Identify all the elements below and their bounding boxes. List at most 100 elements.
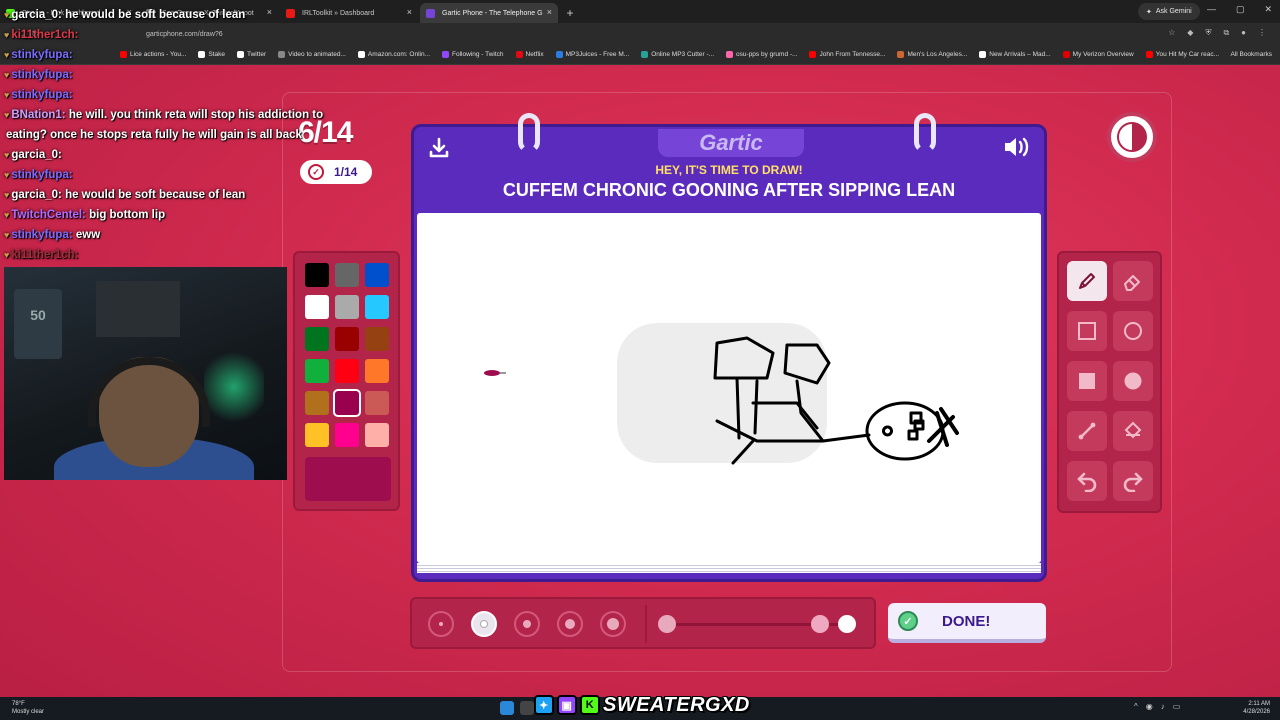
chat-message: ♥ ki11ther1ch: [4, 245, 78, 265]
bookmark-item[interactable]: Following - Twitch [442, 51, 504, 58]
rectangle-fill-tool[interactable] [1067, 361, 1107, 401]
brush-size-button[interactable] [557, 611, 583, 637]
chat-message: ♥ BNation1: he will. you think reta will … [4, 105, 323, 125]
color-swatch[interactable] [365, 295, 389, 319]
bookmark-item[interactable]: Men's Los Angeles... [897, 51, 967, 58]
color-swatch[interactable] [365, 359, 389, 383]
color-swatch[interactable] [335, 327, 359, 351]
menu-icon[interactable]: ⋮ [1258, 28, 1266, 38]
check-icon: ✓ [898, 611, 918, 631]
search-icon[interactable] [520, 701, 534, 715]
weather-condition: Mostly clear [12, 709, 45, 715]
color-swatch[interactable] [305, 423, 329, 447]
ellipse-outline-tool[interactable] [1113, 311, 1153, 351]
puzzle-icon[interactable]: ⧉ [1223, 28, 1229, 38]
browser-tab[interactable]: IRLToolkit » Dashboard × [280, 3, 418, 23]
bookmark-item[interactable]: New Arrivals – Mad... [979, 51, 1051, 58]
weather-temp: 78°F [12, 701, 25, 707]
profile-avatar[interactable]: ● [1241, 28, 1246, 38]
bookmark-item[interactable]: Stake [198, 51, 225, 58]
chat-message: ♥ garcia_0: he would be soft because of l… [4, 5, 245, 25]
tool-panel [1057, 251, 1162, 513]
brush-size-button[interactable] [514, 611, 540, 637]
bookmark-item[interactable]: Amazon.com: Onlin... [357, 51, 430, 58]
clock-time: 2:11 AM [1248, 701, 1270, 707]
bookmark-item[interactable]: Twitter [237, 51, 266, 58]
brush-size-button[interactable] [428, 611, 454, 637]
clock[interactable]: 2:11 AM 4/28/2026 [1243, 700, 1270, 716]
bookmark-item[interactable]: John From Tennesse... [809, 51, 885, 58]
chat-username: garcia_0: [11, 189, 62, 201]
fill-bucket-tool[interactable] [1113, 411, 1153, 451]
network-icon[interactable]: ◉ [1146, 702, 1153, 711]
chat-badge-icon: ♥ [4, 250, 10, 260]
rectangle-outline-tool[interactable] [1067, 311, 1107, 351]
line-tool[interactable] [1067, 411, 1107, 451]
brush-size-button[interactable] [600, 611, 626, 637]
bookmark-item[interactable]: Netflix [515, 51, 544, 58]
close-tab-icon[interactable]: × [267, 7, 272, 17]
bookmark-star-icon[interactable]: ☆ [1168, 28, 1175, 38]
ask-gemini-button[interactable]: ✦ Ask Gemini [1138, 3, 1200, 20]
brand-name: SWEATERGXD [603, 693, 750, 716]
opacity-slider-max-knob [838, 615, 856, 633]
color-swatch[interactable] [335, 263, 359, 287]
color-swatch[interactable] [335, 423, 359, 447]
new-tab-button[interactable]: + [560, 6, 580, 20]
color-swatch[interactable] [365, 263, 389, 287]
close-window-icon[interactable]: ✕ [1264, 4, 1272, 15]
url-field[interactable]: garticphone.com/draw?6 [146, 31, 223, 38]
color-swatch[interactable] [335, 295, 359, 319]
bookmark-item[interactable]: Lice actions - You... [120, 51, 186, 58]
brush-size-button[interactable] [471, 611, 497, 637]
browser-tab[interactable]: Gartic Phone - The Telephone G × [420, 3, 558, 23]
bookmark-item[interactable]: osu-pps by grumd -... [726, 51, 797, 58]
color-swatch[interactable] [305, 263, 329, 287]
color-swatch[interactable] [305, 295, 329, 319]
undo-tool[interactable] [1067, 461, 1107, 501]
extension-icon[interactable]: ◆ [1187, 28, 1193, 38]
start-icon[interactable] [500, 701, 514, 715]
ellipse-fill-tool[interactable] [1113, 361, 1153, 401]
close-tab-icon[interactable]: × [407, 7, 412, 17]
eraser-tool[interactable] [1113, 261, 1153, 301]
done-button[interactable]: ✓ DONE! [888, 603, 1046, 643]
opacity-slider-knob[interactable] [811, 615, 829, 633]
close-tab-icon[interactable]: × [547, 7, 552, 17]
volume-icon[interactable]: ♪ [1161, 702, 1165, 711]
sound-icon[interactable] [1002, 135, 1032, 159]
redo-tool[interactable] [1113, 461, 1153, 501]
color-swatch[interactable] [365, 391, 389, 415]
redo-icon [1123, 472, 1143, 492]
color-swatch[interactable] [333, 389, 361, 417]
bookmark-item[interactable]: MP3Juices - Free M... [555, 51, 629, 58]
color-swatch[interactable] [365, 423, 389, 447]
bookmark-favicon-icon [809, 51, 817, 58]
maximize-icon[interactable]: ▢ [1236, 4, 1245, 15]
bookmark-item[interactable]: Online MP3 Cutter -... [641, 51, 714, 58]
bookmark-item[interactable]: You Hit My Car reac... [1145, 51, 1220, 58]
shield-extension-icon[interactable]: ⛨ [1205, 28, 1211, 38]
color-swatch[interactable] [305, 359, 329, 383]
color-swatch[interactable] [365, 327, 389, 351]
bookmark-label: You Hit My Car reac... [1155, 51, 1220, 58]
battery-icon[interactable]: ▭ [1173, 702, 1181, 711]
chevron-up-icon[interactable]: ^ [1134, 702, 1138, 711]
drawing-canvas[interactable] [417, 213, 1041, 563]
all-bookmarks-link[interactable]: All Bookmarks [1230, 51, 1272, 58]
bookmark-favicon-icon [1145, 51, 1153, 58]
bookmark-item[interactable]: Video to animated... [278, 51, 346, 58]
color-swatch[interactable] [335, 359, 359, 383]
weather-widget[interactable]: 78°F Mostly clear [12, 700, 44, 716]
color-swatch[interactable] [305, 327, 329, 351]
theme-toggle-button[interactable] [1107, 112, 1157, 162]
tab-label: IRLToolkit » Dashboard [302, 9, 375, 17]
twitter-icon: ✦ [534, 695, 554, 715]
color-swatch[interactable] [305, 391, 329, 415]
download-icon[interactable] [428, 137, 450, 165]
minimize-icon[interactable]: — [1207, 4, 1216, 15]
chat-text: he would be soft because of lean [65, 189, 246, 201]
bookmark-item[interactable]: My Verizon Overview [1062, 51, 1134, 58]
bookmark-label: New Arrivals – Mad... [989, 51, 1051, 58]
pencil-tool[interactable] [1067, 261, 1107, 301]
